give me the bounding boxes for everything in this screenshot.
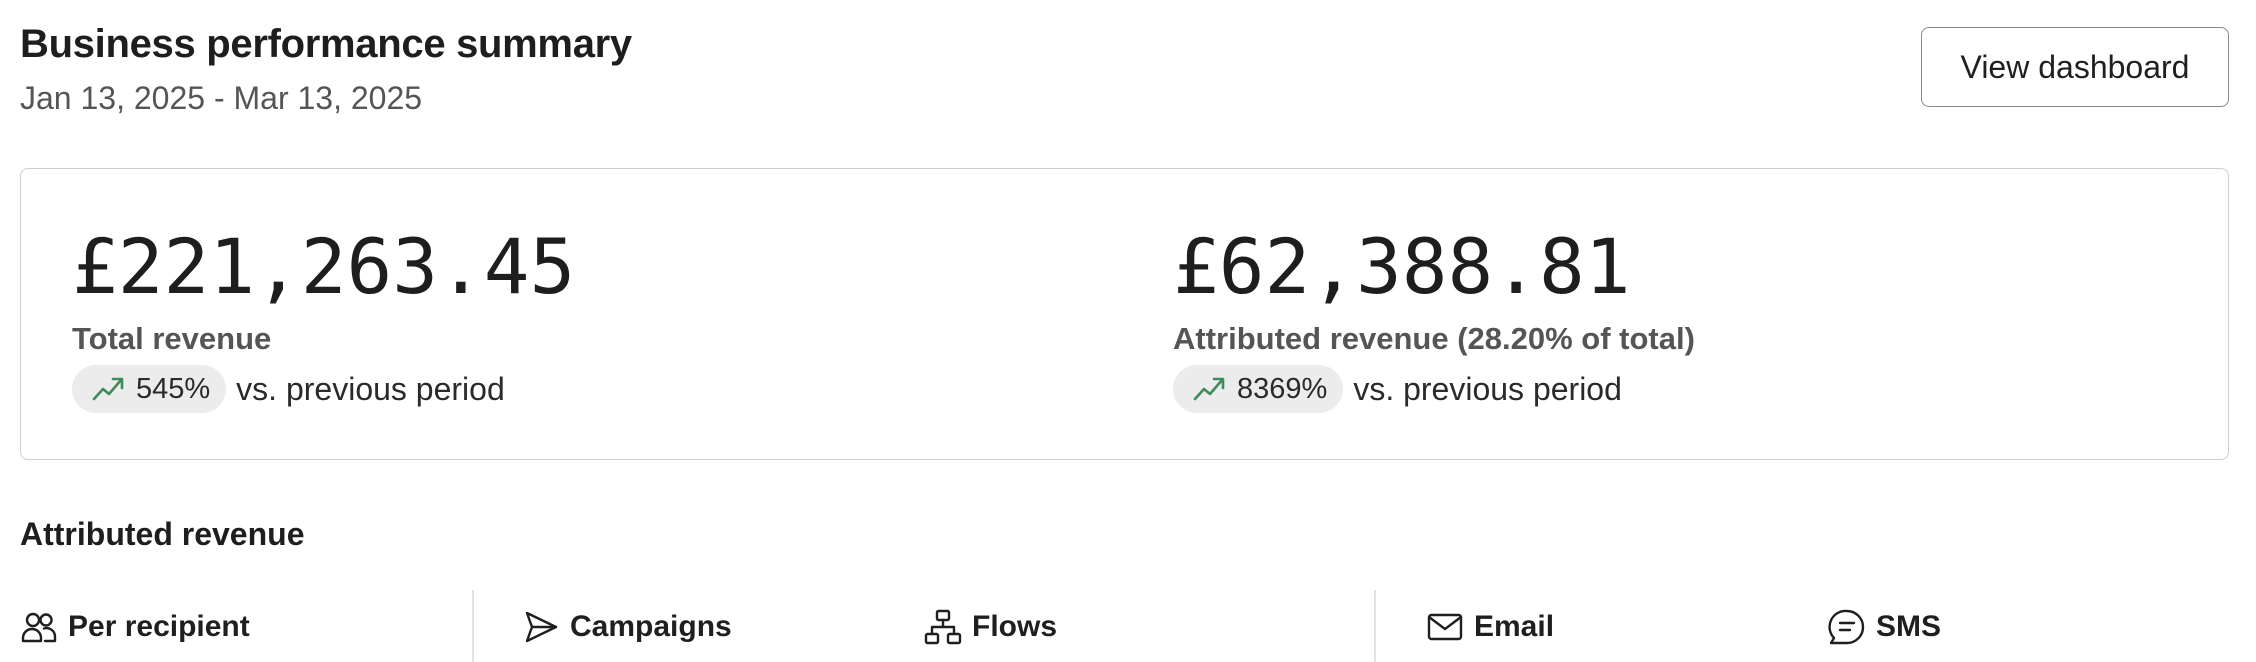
users-icon <box>21 612 57 643</box>
attributed-revenue-value: £62,388.81 <box>1173 222 1631 311</box>
attributed-revenue-metric: £62,388.81 Attributed revenue (28.20% of… <box>1173 221 1695 413</box>
change-percent: 545% <box>136 372 211 405</box>
page-header: Business performance summary Jan 13, 202… <box>20 20 632 118</box>
total-revenue-change: 545% vs. previous period <box>72 365 575 413</box>
tab-sms[interactable]: SMS <box>1828 608 1941 646</box>
tab-label: Campaigns <box>570 610 732 643</box>
tab-email[interactable]: Email <box>1426 608 1554 646</box>
change-badge: 545% <box>72 365 227 413</box>
tab-label: Flows <box>972 610 1058 643</box>
mail-icon <box>1427 613 1463 641</box>
trend-up-icon <box>92 377 124 401</box>
tab-label: SMS <box>1876 610 1942 643</box>
total-revenue-label: Total revenue <box>72 321 272 356</box>
tab-divider <box>472 590 474 662</box>
date-range: Jan 13, 2025 - Mar 13, 2025 <box>20 80 423 116</box>
attributed-revenue-tabs: Per recipient Campaigns Flows Email SMS <box>0 590 2256 662</box>
summary-card: £221,263.45 Total revenue 545% vs. previ… <box>20 168 2229 460</box>
tab-label: Email <box>1474 610 1555 643</box>
change-percent: 8369% <box>1237 372 1328 405</box>
send-icon <box>525 611 558 643</box>
total-revenue-metric: £221,263.45 Total revenue 545% vs. previ… <box>72 221 575 413</box>
attributed-revenue-label: Attributed revenue (28.20% of total) <box>1173 321 1695 356</box>
view-dashboard-button[interactable]: View dashboard <box>1921 27 2229 107</box>
tab-divider <box>1374 590 1376 662</box>
total-revenue-value: £221,263.45 <box>72 222 576 311</box>
change-suffix: vs. previous period <box>1353 370 1622 407</box>
attributed-revenue-heading: Attributed revenue <box>20 516 305 552</box>
trend-up-icon <box>1193 377 1225 401</box>
change-badge: 8369% <box>1173 365 1344 413</box>
tab-flows[interactable]: Flows <box>924 608 1057 646</box>
tab-campaigns[interactable]: Campaigns <box>522 608 732 646</box>
attributed-revenue-change: 8369% vs. previous period <box>1173 365 1695 413</box>
tab-per-recipient[interactable]: Per recipient <box>20 608 250 646</box>
sms-icon <box>1828 609 1865 645</box>
flows-icon <box>924 609 962 645</box>
page-title: Business performance summary <box>20 22 632 66</box>
change-suffix: vs. previous period <box>236 370 505 407</box>
tab-label: Per recipient <box>68 610 250 643</box>
